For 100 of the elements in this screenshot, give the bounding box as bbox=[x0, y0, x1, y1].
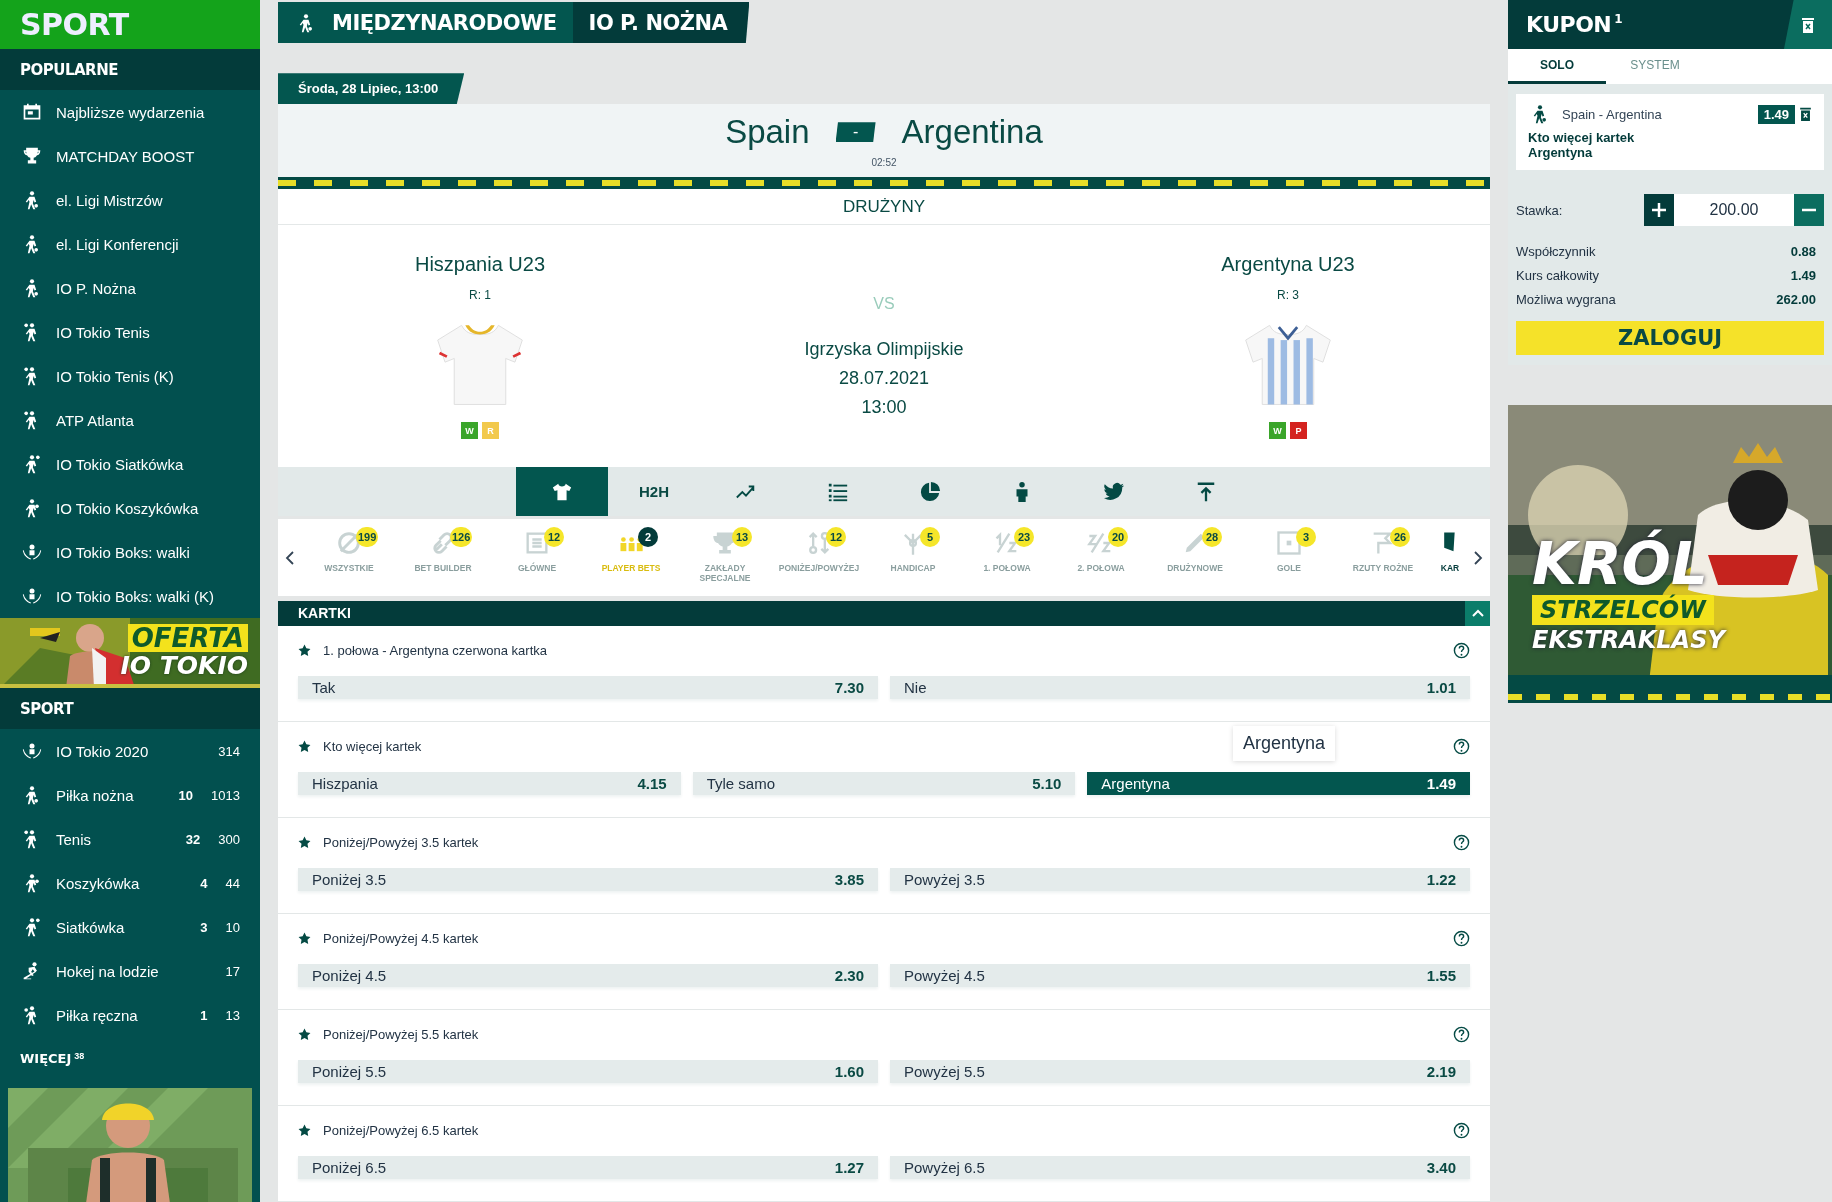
odds-button[interactable]: Tak 7.30 bbox=[298, 676, 878, 699]
market-filter[interactable]: 199 WSZYSTKIE bbox=[302, 519, 396, 596]
market-filter[interactable]: 126 BET BUILDER bbox=[396, 519, 490, 596]
sidebar-item[interactable]: Tenis 32 300 bbox=[0, 817, 260, 861]
laurel-icon bbox=[20, 741, 44, 761]
increase-button[interactable] bbox=[1644, 194, 1674, 226]
sidebar-item[interactable]: IO Tokio Siatkówka bbox=[0, 442, 260, 486]
goal-icon bbox=[1275, 529, 1303, 558]
sidebar-item[interactable]: MATCHDAY BOOST bbox=[0, 134, 260, 178]
section-title: POPULARNE bbox=[20, 60, 118, 79]
sidebar-item[interactable]: IO Tokio Tenis bbox=[0, 310, 260, 354]
sidebar-item-label: IO P. Nożna bbox=[56, 279, 137, 297]
count-badge: 126 bbox=[450, 527, 473, 548]
count-badge: 12 bbox=[826, 527, 846, 548]
sidebar-item-label: Piłka nożna bbox=[56, 786, 135, 804]
odds-button[interactable]: Powyżej 3.5 1.22 bbox=[890, 868, 1470, 891]
sidebar-item[interactable]: IO P. Nożna bbox=[0, 266, 260, 310]
decrease-button[interactable] bbox=[1794, 194, 1824, 226]
bet-market: Kto więcej kartek bbox=[1528, 130, 1635, 145]
collapse-button[interactable] bbox=[1465, 601, 1490, 626]
stat-label: Kurs całkowity bbox=[1516, 268, 1600, 283]
help-icon[interactable] bbox=[1453, 738, 1470, 756]
market-filter[interactable]: 5 HANDICAP bbox=[866, 519, 960, 596]
sidebar-item[interactable]: Hokej na lodzie 17 bbox=[0, 949, 260, 993]
market-filter[interactable]: 13 ZAKŁADY SPECJALNE bbox=[678, 519, 772, 596]
stat-value: 1.49 bbox=[1790, 268, 1816, 283]
form-badge: W bbox=[1269, 422, 1286, 440]
count-badge: 20 bbox=[1108, 527, 1128, 548]
sidebar-item[interactable]: Piłka nożna 10 1013 bbox=[0, 773, 260, 817]
stake-field[interactable]: 200.00 bbox=[1674, 194, 1794, 226]
more-link[interactable]: WIĘCEJ bbox=[20, 1051, 72, 1066]
sidebar-item[interactable]: el. Ligi Konferencji bbox=[0, 222, 260, 266]
sidebar-item[interactable]: IO Tokio Boks: walki (K) bbox=[0, 574, 260, 618]
odds-button[interactable]: Powyżej 6.5 3.40 bbox=[890, 1156, 1470, 1179]
live-count: 32 bbox=[185, 831, 201, 847]
market-filter[interactable]: 12 PONIŻEJ/POWYŻEJ bbox=[772, 519, 866, 596]
odds-button[interactable]: Hiszpania 4.15 bbox=[298, 772, 681, 795]
sidebar-item[interactable]: Najbliższe wydarzenia bbox=[0, 90, 260, 134]
market-filter[interactable]: 2 PLAYER BETS bbox=[584, 519, 678, 596]
market-filter[interactable]: 3 GOLE bbox=[1242, 519, 1336, 596]
help-icon[interactable] bbox=[1453, 1026, 1470, 1044]
bet-pick: Argentyna bbox=[1528, 145, 1593, 160]
star-icon[interactable] bbox=[298, 836, 311, 850]
trash-icon[interactable] bbox=[1799, 106, 1812, 122]
count-badge: 13 bbox=[732, 527, 752, 548]
login-button[interactable]: ZALOGUJ bbox=[1516, 321, 1824, 355]
odds-button[interactable]: Poniżej 5.5 1.60 bbox=[298, 1060, 878, 1083]
sidebar-item[interactable]: IO Tokio Koszykówka bbox=[0, 486, 260, 530]
stat-label: Możliwa wygrana bbox=[1516, 292, 1616, 307]
market-filter[interactable]: 26 RZUTY ROŻNE bbox=[1336, 519, 1430, 596]
odds-button[interactable]: Powyżej 4.5 1.55 bbox=[890, 964, 1470, 987]
market-filter[interactable]: 23 1. POŁOWA bbox=[960, 519, 1054, 596]
odds-button[interactable]: Nie 1.01 bbox=[890, 676, 1470, 699]
laurel-icon bbox=[20, 586, 44, 606]
away-team: Argentina bbox=[901, 113, 1043, 152]
section-title: DRUŻYNY bbox=[842, 196, 926, 217]
help-icon[interactable] bbox=[1453, 834, 1470, 852]
odds-button[interactable]: Poniżej 4.5 2.30 bbox=[298, 964, 878, 987]
sidebar-item[interactable]: Piłka ręczna 1 13 bbox=[0, 993, 260, 1037]
live-count: 4 bbox=[200, 875, 208, 891]
chevron-left-icon[interactable] bbox=[285, 550, 295, 565]
market-filter[interactable]: KAR bbox=[1430, 519, 1466, 596]
sidebar-item[interactable]: IO Tokio 2020 314 bbox=[0, 729, 260, 773]
odds-button[interactable]: Poniżej 3.5 3.85 bbox=[298, 868, 878, 891]
trash-button[interactable] bbox=[1784, 0, 1832, 49]
star-icon[interactable] bbox=[298, 740, 311, 754]
market-filter[interactable]: 20 2. POŁOWA bbox=[1054, 519, 1148, 596]
market-filter[interactable]: 28 DRUŻYNOWE bbox=[1148, 519, 1242, 596]
chevron-right-icon[interactable] bbox=[1473, 550, 1483, 565]
view-tab[interactable]: H2H bbox=[608, 467, 700, 517]
event-count: 17 bbox=[225, 963, 240, 979]
breadcrumb-item[interactable]: MIĘDZYNARODOWE bbox=[278, 2, 573, 44]
market-filter[interactable]: 12 GŁÓWNE bbox=[490, 519, 584, 596]
stake-label: Stawka: bbox=[1516, 202, 1564, 218]
odds-button[interactable]: Powyżej 5.5 2.19 bbox=[890, 1060, 1470, 1083]
sidebar-item[interactable]: IO Tokio Tenis (K) bbox=[0, 354, 260, 398]
help-icon[interactable] bbox=[1453, 930, 1470, 948]
sidebar-item[interactable]: Siatkówka 3 10 bbox=[0, 905, 260, 949]
stat-label: Współczynnik bbox=[1516, 244, 1596, 259]
view-tab[interactable] bbox=[516, 467, 608, 517]
coupon-tab[interactable]: SYSTEM bbox=[1606, 49, 1704, 84]
form-badge: W bbox=[461, 422, 478, 440]
odds-button[interactable]: Argentyna 1.49 bbox=[1087, 772, 1470, 795]
star-icon[interactable] bbox=[298, 1124, 311, 1138]
help-icon[interactable] bbox=[1453, 642, 1470, 660]
odds-button[interactable]: Tyle samo 5.10 bbox=[692, 772, 1076, 795]
section-title: SPORT bbox=[20, 699, 74, 718]
section-title: KARTKI bbox=[298, 605, 351, 622]
odds-button[interactable]: Poniżej 6.5 1.27 bbox=[298, 1156, 878, 1179]
star-icon[interactable] bbox=[298, 1028, 311, 1042]
sidebar-item[interactable]: Koszykówka 4 44 bbox=[0, 861, 260, 905]
sidebar-item-label: IO Tokio Koszykówka bbox=[56, 499, 200, 517]
sidebar-item[interactable]: el. Ligi Mistrzów bbox=[0, 178, 260, 222]
help-icon[interactable] bbox=[1453, 1122, 1470, 1140]
star-icon[interactable] bbox=[298, 932, 311, 946]
breadcrumb-item[interactable]: IO P. NOŻNA bbox=[572, 2, 750, 44]
star-icon[interactable] bbox=[298, 644, 311, 658]
count-badge: 26 bbox=[1390, 527, 1410, 548]
sidebar-item[interactable]: ATP Atlanta bbox=[0, 398, 260, 442]
sidebar-item[interactable]: IO Tokio Boks: walki bbox=[0, 530, 260, 574]
